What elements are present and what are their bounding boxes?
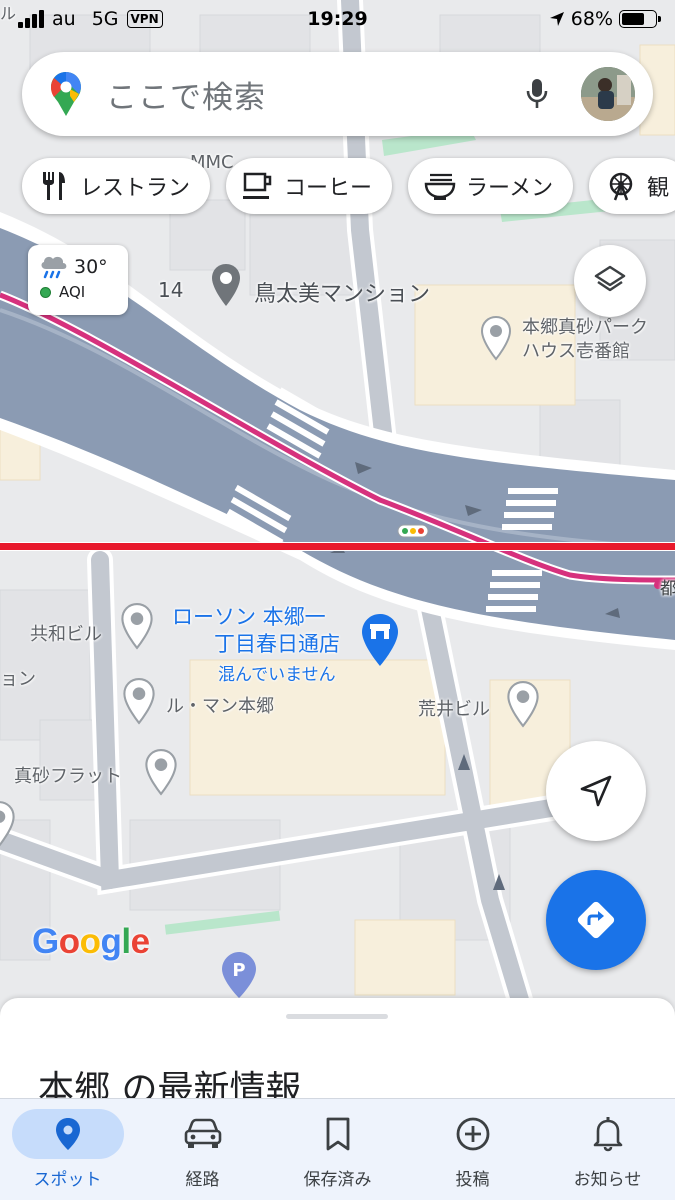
chip-label: レストラン — [80, 176, 191, 201]
signal-strength-icon — [18, 10, 44, 28]
layers-icon — [594, 265, 626, 292]
coffee-cup-icon — [242, 170, 274, 202]
chip-label: ラーメン — [466, 176, 554, 201]
vpn-badge: VPN — [126, 10, 163, 28]
weather-widget[interactable]: 30° AQI — [28, 245, 128, 315]
location-arrow-icon — [549, 12, 564, 26]
nav-item-updates[interactable]: お知らせ — [540, 1099, 675, 1200]
car-icon — [147, 1109, 259, 1159]
map-label-hongo-park[interactable]: 本郷真砂パーク ハウス壱番館 — [522, 316, 648, 364]
carrier-label: au — [52, 8, 76, 30]
google-logo-letter: G — [32, 922, 59, 961]
parking-pin-icon[interactable]: P — [220, 950, 258, 1004]
chip-coffee[interactable]: コーヒー — [226, 158, 393, 214]
avatar[interactable] — [581, 67, 635, 121]
chip-restaurant[interactable]: レストラン — [22, 158, 211, 214]
navigation-arrow-icon — [580, 775, 612, 807]
add-circle-icon — [417, 1109, 529, 1159]
google-logo-letter: e — [130, 922, 150, 961]
map-label-tori-mansion[interactable]: 鳥太美マンション — [254, 276, 430, 308]
nav-label: 投稿 — [455, 1170, 490, 1190]
place-pin-icon[interactable] — [0, 800, 16, 852]
map-label-lawson-crowd: 混んでいません — [218, 665, 336, 685]
nav-item-commute[interactable]: 経路 — [135, 1099, 270, 1200]
nav-label: スポット — [33, 1170, 102, 1190]
nav-item-saved[interactable]: 保存済み — [270, 1099, 405, 1200]
place-pin-icon[interactable] — [120, 602, 154, 654]
place-pin-icon[interactable] — [480, 315, 512, 365]
google-maps-logo-icon — [51, 72, 81, 116]
directions-button[interactable] — [546, 870, 646, 970]
place-pin-icon[interactable] — [144, 748, 178, 800]
weather-temperature: 30° — [74, 256, 108, 278]
my-location-button[interactable] — [546, 741, 646, 841]
aqi-indicator — [40, 286, 51, 298]
google-logo-letter: l — [121, 922, 131, 961]
nav-label: 保存済み — [303, 1170, 372, 1190]
bell-icon — [552, 1109, 664, 1159]
battery-icon — [619, 10, 661, 28]
map-label-ru-man[interactable]: ル・マン本郷 — [166, 692, 274, 718]
aqi-label: AQI — [59, 283, 86, 301]
network-label: 5G — [91, 8, 119, 30]
search-bar[interactable]: ここで検索 — [22, 52, 653, 136]
bottom-navigation: スポット 経路 保存済み 投稿 お知らせ — [0, 1098, 675, 1200]
google-logo: Google — [32, 922, 150, 962]
convenience-store-pin-icon[interactable] — [360, 612, 400, 672]
sheet-drag-handle[interactable] — [286, 1014, 388, 1019]
microphone-icon[interactable] — [517, 74, 557, 114]
status-bar: au 5G VPN 19:29 68% — [0, 0, 675, 38]
chip-ramen[interactable]: ラーメン — [408, 158, 574, 214]
map-label-lawson[interactable]: ローソン 本郷一 — [172, 605, 326, 630]
search-input[interactable]: ここで検索 — [106, 72, 517, 117]
place-pin-icon[interactable] — [122, 677, 156, 729]
google-logo-letter: g — [100, 922, 122, 961]
category-chips: レストラン コーヒー ラーメン 観 — [22, 158, 675, 214]
place-pin-icon[interactable] — [210, 262, 242, 312]
map-label-kyowa[interactable]: 共和ビル — [30, 620, 102, 646]
bookmark-icon — [282, 1109, 394, 1159]
chip-sightseeing[interactable]: 観 — [589, 158, 675, 214]
battery-percent: 68% — [570, 8, 613, 30]
chip-label: 観 — [647, 176, 670, 201]
nav-label: 経路 — [185, 1170, 220, 1190]
google-logo-letter: o — [79, 922, 101, 961]
map-label-yon: ョン — [0, 669, 36, 690]
map-label-14: 14 — [158, 278, 184, 302]
directions-icon — [577, 901, 615, 939]
nav-label: お知らせ — [573, 1170, 642, 1190]
map-label-lawson-2[interactable]: 丁目春日通店 — [214, 632, 340, 657]
nav-item-explore[interactable]: スポット — [0, 1099, 135, 1200]
fork-knife-icon — [38, 170, 70, 202]
svg-text:P: P — [232, 960, 245, 981]
google-logo-letter: o — [58, 922, 80, 961]
map-label-to: 都 — [660, 579, 675, 599]
location-pin-icon — [11, 1109, 124, 1159]
rain-cloud-icon — [41, 256, 67, 279]
layers-button[interactable] — [574, 245, 646, 317]
chip-label: コーヒー — [284, 176, 373, 201]
place-pin-icon[interactable] — [506, 680, 540, 732]
map-label-arai[interactable]: 荒井ビル — [418, 695, 490, 721]
bottom-sheet[interactable]: 本郷 の最新情報 — [0, 998, 675, 1110]
ramen-bowl-icon — [424, 170, 456, 202]
map-label-masago-flat[interactable]: 真砂フラット — [14, 762, 122, 788]
nav-item-contribute[interactable]: 投稿 — [405, 1099, 540, 1200]
ferris-wheel-icon — [605, 170, 637, 202]
